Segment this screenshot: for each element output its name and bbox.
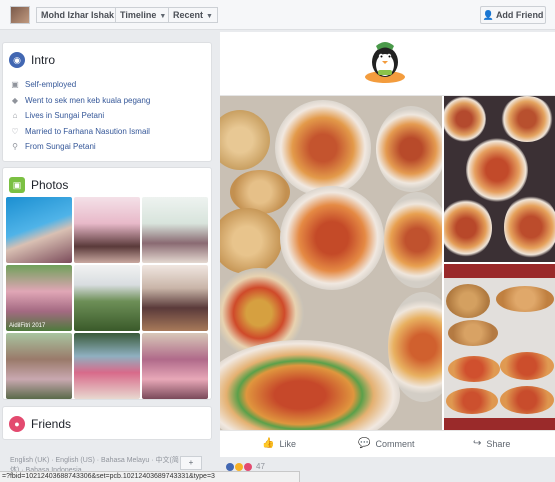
- pizza-bun: [500, 352, 554, 380]
- photo-thumbnail[interactable]: AidilFitri 2017: [6, 265, 72, 331]
- chevron-down-icon: ▼: [206, 13, 213, 20]
- comment-label: Comment: [375, 438, 415, 449]
- haha-reaction-icon: [235, 462, 243, 471]
- collage-photo-main[interactable]: [220, 96, 442, 430]
- profile-name: Mohd Izhar Ishak: [41, 10, 115, 20]
- friends-card: ● Friends: [2, 406, 212, 440]
- bun: [496, 286, 554, 312]
- love-reaction-icon: [244, 462, 252, 471]
- pizza-bun: [504, 194, 555, 260]
- pizza-bun: [500, 96, 554, 142]
- recent-label: Recent: [173, 10, 204, 20]
- photo-thumbnail[interactable]: [74, 197, 140, 263]
- bun: [446, 284, 490, 318]
- share-label: Share: [486, 438, 511, 449]
- pizza-bun: [444, 198, 492, 258]
- photos-header: ▣ Photos: [9, 176, 68, 194]
- intro-item-text: Self-employed: [25, 80, 77, 90]
- timeline-dropdown[interactable]: Timeline ▼: [115, 7, 172, 23]
- avatar[interactable]: [10, 6, 30, 24]
- intro-list: ▣ Self-employed ◆ Went to sek men keb kual…: [10, 77, 150, 155]
- photo-thumbnail[interactable]: [74, 333, 140, 399]
- friends-title: Friends: [31, 417, 72, 431]
- collage-photo-top-right[interactable]: [444, 96, 555, 262]
- add-friend-label: Add Friend: [495, 10, 544, 20]
- comment-button[interactable]: 💬 Comment: [358, 438, 414, 449]
- bun: [220, 110, 270, 170]
- pizza-bun: [280, 186, 384, 290]
- photo-thumbnail[interactable]: [142, 265, 208, 331]
- collage-photo-bottom-right[interactable]: [444, 264, 555, 430]
- comment-icon: 💬: [358, 438, 371, 449]
- reactions-summary[interactable]: 47: [226, 462, 265, 471]
- pizza-bun: [275, 100, 371, 196]
- timeline-label: Timeline: [120, 10, 157, 20]
- share-icon: ↪: [473, 438, 482, 449]
- browser-status-url: =?fbid=10212403688743306&set=pcb.1021240…: [0, 471, 300, 482]
- briefcase-icon: ▣: [11, 80, 19, 90]
- intro-item-lives[interactable]: ⌂ Lives in Sungai Petani: [10, 108, 150, 124]
- recent-dropdown[interactable]: Recent ▼: [168, 7, 218, 23]
- photo-thumbnail[interactable]: [142, 333, 208, 399]
- intro-item-text: Lives in Sungai Petani: [25, 111, 105, 121]
- post-action-bar: 👍 Like 💬 Comment ↪ Share: [220, 430, 555, 457]
- intro-item-from[interactable]: ⚲ From Sungai Petani: [10, 139, 150, 155]
- intro-item-education[interactable]: ◆ Went to sek men keb kuala pegang: [10, 93, 150, 109]
- photo-watermark: AidilFitri 2017: [9, 323, 46, 329]
- globe-icon: ◉: [9, 52, 25, 68]
- post-photo-collage[interactable]: [220, 96, 555, 430]
- graduation-cap-icon: ◆: [11, 95, 19, 105]
- pizza-bun: [444, 96, 486, 142]
- thumbs-up-icon: 👍: [262, 438, 275, 449]
- photo-thumbnail[interactable]: [6, 333, 72, 399]
- more-languages-button[interactable]: +: [180, 456, 202, 470]
- intro-item-work[interactable]: ▣ Self-employed: [10, 77, 150, 93]
- intro-header: ◉ Intro: [9, 51, 55, 69]
- profile-name-button[interactable]: Mohd Izhar Ishak: [36, 7, 120, 23]
- bun: [230, 170, 290, 214]
- bun: [448, 320, 498, 346]
- pizza-bun: [376, 106, 442, 192]
- intro-item-text: From Sungai Petani: [25, 142, 96, 152]
- pizza-bun: [446, 388, 498, 414]
- photo-thumbnail[interactable]: [74, 265, 140, 331]
- pizza-bun: [500, 386, 554, 414]
- add-friend-icon: 👤: [482, 10, 494, 20]
- chevron-down-icon: ▼: [159, 13, 167, 20]
- intro-item-text: Went to sek men keb kuala pegang: [25, 95, 151, 105]
- reaction-count: 47: [256, 462, 265, 471]
- pizza-bun: [384, 192, 442, 288]
- pizza-bun: [466, 138, 528, 202]
- intro-item-text: Married to Farhana Nasution Ismail: [25, 126, 150, 136]
- photo-icon: ▣: [9, 177, 25, 193]
- like-label: Like: [279, 438, 296, 449]
- photos-title: Photos: [31, 178, 69, 192]
- share-button[interactable]: ↪ Share: [473, 438, 510, 449]
- intro-item-married[interactable]: ♡ Married to Farhana Nasution Ismail: [10, 124, 150, 140]
- add-friend-button[interactable]: 👤 Add Friend: [480, 6, 546, 24]
- photo-thumbnail[interactable]: [142, 197, 208, 263]
- home-icon: ⌂: [12, 111, 18, 121]
- intro-title: Intro: [31, 53, 56, 67]
- location-pin-icon: ⚲: [12, 142, 18, 152]
- friends-header: ● Friends: [9, 415, 71, 433]
- like-reaction-icon: [226, 462, 234, 471]
- profile-nav-bar: Mohd Izhar Ishak Timeline ▼ Recent ▼ 👤 Add…: [0, 0, 555, 30]
- pizza-bun: [448, 356, 500, 382]
- pizza-bun: [220, 340, 400, 430]
- bun: [220, 208, 282, 274]
- like-button[interactable]: 👍 Like: [262, 438, 296, 449]
- photo-thumbnail[interactable]: [6, 197, 72, 263]
- heart-icon: ♡: [11, 126, 19, 136]
- friends-icon: ●: [9, 416, 25, 432]
- penguin-sticker-icon: [365, 42, 405, 83]
